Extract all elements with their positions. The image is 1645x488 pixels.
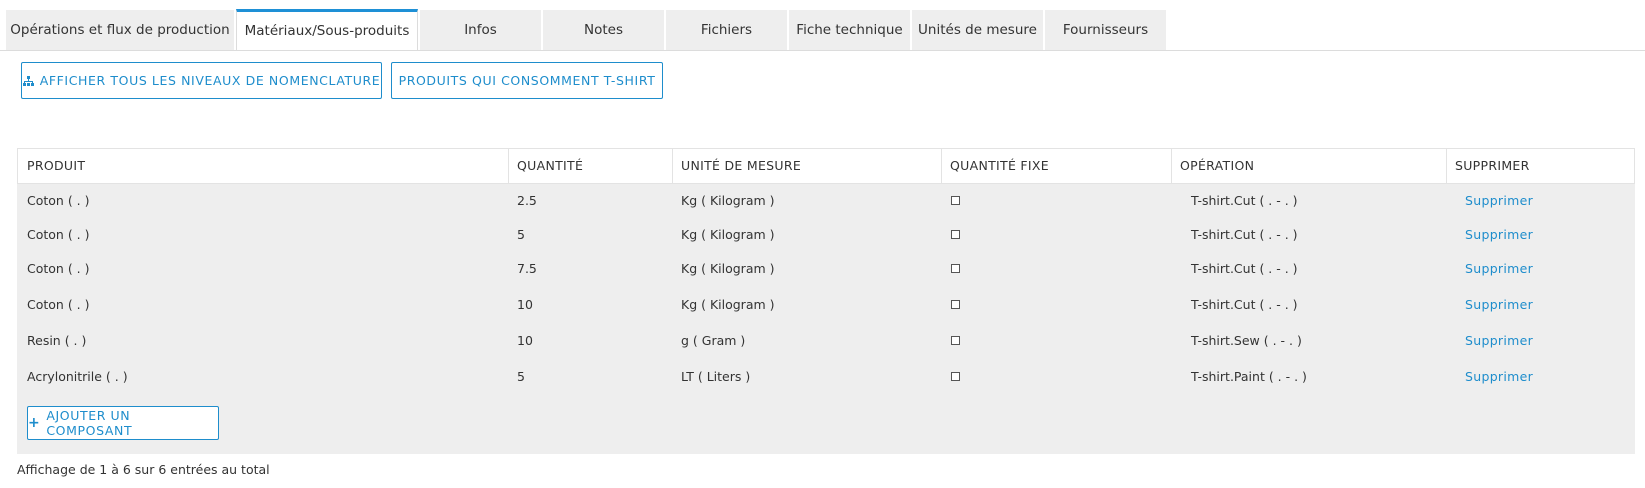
cell-unit: Kg ( Kilogram ) xyxy=(681,297,775,312)
col-header-delete: SUPPRIMER xyxy=(1455,158,1530,173)
cell-quantity: 10 xyxy=(517,297,533,312)
fixed-quantity-checkbox[interactable] xyxy=(951,196,960,205)
show-bom-levels-button[interactable]: AFFICHER TOUS LES NIVEAUX DE NOMENCLATUR… xyxy=(21,62,382,99)
tab-infos[interactable]: Infos xyxy=(420,10,541,50)
delete-link[interactable]: Supprimer xyxy=(1455,324,1533,358)
cell-product: Acrylonitrile ( . ) xyxy=(27,369,128,384)
cell-operation: T-shirt.Cut ( . - . ) xyxy=(1191,227,1298,242)
cell-quantity: 5 xyxy=(517,369,525,384)
table-row: Coton ( . ) 5 Kg ( Kilogram ) T-shirt.Cu… xyxy=(17,218,1635,252)
col-header-product[interactable]: PRODUIT xyxy=(18,149,508,183)
col-header-operation[interactable]: OPÉRATION xyxy=(1171,149,1446,183)
cell-unit: g ( Gram ) xyxy=(681,333,746,348)
cell-quantity: 2.5 xyxy=(517,193,537,208)
table-row: Acrylonitrile ( . ) 5 LT ( Liters ) T-sh… xyxy=(17,360,1635,394)
add-component-button[interactable]: + AJOUTER UN COMPOSANT xyxy=(27,406,219,440)
show-bom-levels-label: AFFICHER TOUS LES NIVEAUX DE NOMENCLATUR… xyxy=(39,73,381,88)
col-header-fixed-quantity[interactable]: QUANTITÉ FIXE xyxy=(941,149,1171,183)
fixed-quantity-checkbox[interactable] xyxy=(951,372,960,381)
cell-unit: LT ( Liters ) xyxy=(681,369,751,384)
cell-quantity: 10 xyxy=(517,333,533,348)
grid-header: PRODUIT QUANTITÉ UNITÉ DE MESURE QUANTIT… xyxy=(17,148,1635,184)
tab-suppliers[interactable]: Fournisseurs xyxy=(1045,10,1166,50)
cell-product: Coton ( . ) xyxy=(27,261,90,276)
col-header-quantity[interactable]: QUANTITÉ xyxy=(508,149,672,183)
tabs-divider xyxy=(0,50,1645,51)
table-row: Resin ( . ) 10 g ( Gram ) T-shirt.Sew ( … xyxy=(17,324,1635,358)
fixed-quantity-checkbox[interactable] xyxy=(951,264,960,273)
add-component-label: AJOUTER UN COMPOSANT xyxy=(46,408,133,438)
tab-materials[interactable]: Matériaux/Sous-produits xyxy=(236,9,418,50)
tab-units[interactable]: Unités de mesure xyxy=(912,10,1043,50)
cell-quantity: 5 xyxy=(517,227,525,242)
tab-notes[interactable]: Notes xyxy=(543,10,664,50)
fixed-quantity-checkbox[interactable] xyxy=(951,336,960,345)
cell-product: Coton ( . ) xyxy=(27,297,90,312)
cell-product: Resin ( . ) xyxy=(27,333,87,348)
tab-datasheet[interactable]: Fiche technique xyxy=(789,10,910,50)
consuming-products-button[interactable]: PRODUITS QUI CONSOMMENT T-SHIRT xyxy=(391,62,663,99)
cell-unit: Kg ( Kilogram ) xyxy=(681,261,775,276)
tab-bar: Opérations et flux de production Matéria… xyxy=(6,9,1645,50)
cell-operation: T-shirt.Cut ( . - . ) xyxy=(1191,297,1298,312)
delete-link[interactable]: Supprimer xyxy=(1455,218,1533,252)
cell-operation: T-shirt.Cut ( . - . ) xyxy=(1191,193,1298,208)
cell-product: Coton ( . ) xyxy=(27,227,90,242)
cell-operation: T-shirt.Paint ( . - . ) xyxy=(1191,369,1307,384)
fixed-quantity-checkbox[interactable] xyxy=(951,300,960,309)
delete-link[interactable]: Supprimer xyxy=(1455,184,1533,218)
tab-files[interactable]: Fichiers xyxy=(666,10,787,50)
delete-link[interactable]: Supprimer xyxy=(1455,288,1533,322)
plus-icon: + xyxy=(28,415,41,431)
components-grid: PRODUIT QUANTITÉ UNITÉ DE MESURE QUANTIT… xyxy=(17,148,1635,454)
pagination-summary: Affichage de 1 à 6 sur 6 entrées au tota… xyxy=(17,462,270,477)
table-row: Coton ( . ) 2.5 Kg ( Kilogram ) T-shirt.… xyxy=(17,184,1635,218)
table-row: Coton ( . ) 10 Kg ( Kilogram ) T-shirt.C… xyxy=(17,288,1635,322)
table-row: Coton ( . ) 7.5 Kg ( Kilogram ) T-shirt.… xyxy=(17,252,1635,286)
consuming-products-label: PRODUITS QUI CONSOMMENT T-SHIRT xyxy=(398,73,656,88)
fixed-quantity-checkbox[interactable] xyxy=(951,230,960,239)
delete-link[interactable]: Supprimer xyxy=(1455,252,1533,286)
col-header-unit[interactable]: UNITÉ DE MESURE xyxy=(672,149,941,183)
tab-operations[interactable]: Opérations et flux de production xyxy=(6,10,234,50)
cell-unit: Kg ( Kilogram ) xyxy=(681,227,775,242)
cell-unit: Kg ( Kilogram ) xyxy=(681,193,775,208)
cell-operation: T-shirt.Sew ( . - . ) xyxy=(1191,333,1302,348)
delete-link[interactable]: Supprimer xyxy=(1455,360,1533,394)
cell-product: Coton ( . ) xyxy=(27,193,90,208)
sitemap-icon xyxy=(22,75,34,86)
cell-quantity: 7.5 xyxy=(517,261,537,276)
cell-operation: T-shirt.Cut ( . - . ) xyxy=(1191,261,1298,276)
